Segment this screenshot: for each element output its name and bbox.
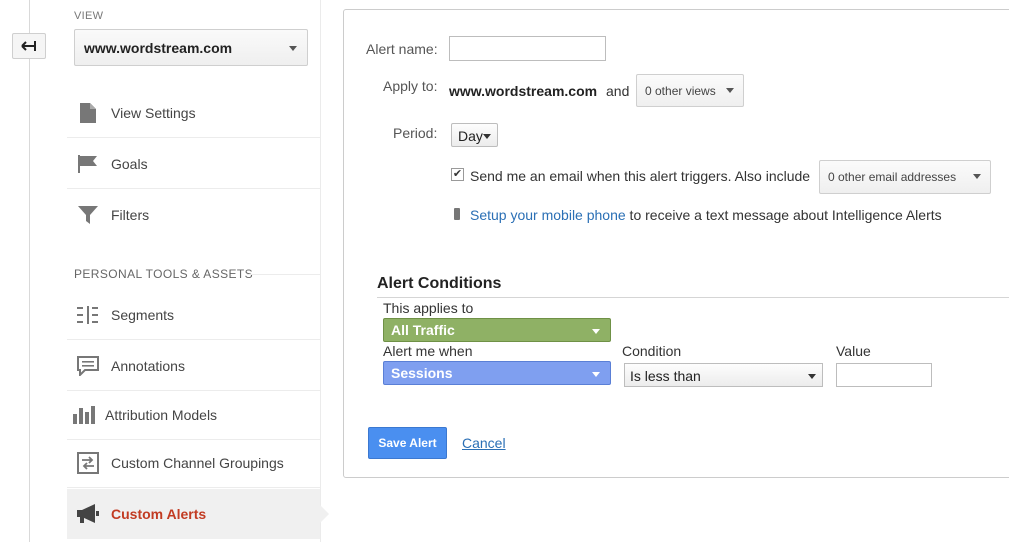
segments-icon (77, 304, 99, 326)
other-emails-value: 0 other email addresses (828, 170, 957, 184)
other-views-value: 0 other views (645, 84, 716, 98)
alert-when-label: Alert me when (383, 343, 473, 359)
condition-dropdown[interactable]: Is less than (624, 363, 823, 387)
chevron-down-icon (592, 372, 600, 377)
applies-to-dropdown[interactable]: All Traffic (383, 318, 611, 342)
sidebar-border (320, 0, 321, 542)
sidebar-item-annotations[interactable]: Annotations (67, 341, 320, 391)
period-label: Period: (393, 125, 438, 141)
sidebar-item-custom-channel-groupings[interactable]: Custom Channel Groupings (67, 438, 320, 488)
channel-groupings-icon (77, 451, 99, 474)
view-label: VIEW (74, 10, 104, 22)
period-value: Day (458, 128, 483, 144)
view-selector[interactable]: www.wordstream.com (74, 29, 308, 66)
custom-alert-panel: Alert name: Apply to: www.wordstream.com… (343, 9, 1009, 478)
sidebar-item-label: Custom Channel Groupings (111, 454, 284, 471)
chevron-down-icon (592, 329, 600, 334)
sidebar-item-label: View Settings (111, 104, 196, 121)
back-button[interactable] (12, 33, 46, 59)
funnel-icon (77, 204, 99, 226)
mobile-setup-suffix: to receive a text message about Intellig… (625, 207, 942, 223)
chevron-down-icon (483, 134, 491, 139)
comment-icon (77, 355, 99, 377)
sidebar-item-label: Filters (111, 207, 150, 223)
alert-when-value: Sessions (391, 365, 453, 381)
chevron-down-icon (726, 88, 734, 93)
mobile-setup-link[interactable]: Setup your mobile phone (470, 207, 626, 223)
document-icon (77, 102, 99, 124)
applies-to-label: This applies to (383, 300, 474, 316)
value-input[interactable] (836, 363, 932, 387)
alert-name-input[interactable] (449, 36, 606, 61)
mobile-phone-icon (454, 208, 460, 220)
chevron-down-icon (973, 174, 981, 179)
mobile-setup-text: Setup your mobile phone to receive a tex… (470, 207, 942, 223)
left-rail (29, 0, 30, 542)
condition-label: Condition (622, 343, 682, 359)
period-dropdown[interactable]: Day (451, 123, 498, 147)
view-selector-value: www.wordstream.com (84, 40, 233, 56)
section-label-personal-tools: PERSONAL TOOLS & ASSETS (74, 267, 254, 281)
and-text: and (606, 83, 630, 99)
save-alert-button[interactable]: Save Alert (368, 427, 447, 459)
sidebar-item-label: Goals (111, 155, 148, 172)
sidebar-item-label: Custom Alerts (111, 506, 207, 522)
sidebar-item-attribution-models[interactable]: Attribution Models (67, 390, 320, 440)
sidebar-item-label: Annotations (111, 357, 185, 374)
sidebar: VIEW www.wordstream.com View Settings Go… (67, 0, 320, 542)
sidebar-item-label: Segments (111, 306, 175, 323)
sidebar-item-segments[interactable]: Segments (67, 290, 320, 340)
sidebar-item-view-settings[interactable]: View Settings (67, 88, 320, 138)
alert-name-label: Alert name: (366, 41, 438, 57)
chevron-down-icon (289, 46, 297, 51)
condition-value: Is less than (630, 368, 701, 384)
flag-icon (77, 153, 99, 175)
sidebar-item-label: Attribution Models (105, 406, 218, 423)
email-checkbox[interactable]: ✔ (451, 168, 464, 181)
value-label: Value (836, 343, 871, 359)
alert-when-dropdown[interactable]: Sessions (383, 361, 611, 385)
apply-to-label: Apply to: (383, 78, 438, 94)
other-views-dropdown[interactable]: 0 other views (636, 74, 744, 107)
active-item-pointer (320, 505, 329, 523)
sidebar-item-filters[interactable]: Filters (67, 190, 320, 240)
sidebar-item-custom-alerts[interactable]: Custom Alerts (67, 489, 320, 539)
apply-to-view: www.wordstream.com (449, 83, 598, 99)
back-arrow-icon (21, 41, 36, 51)
bar-chart-icon (73, 404, 95, 426)
conditions-divider (377, 297, 1009, 298)
chevron-down-icon (808, 374, 816, 379)
alert-conditions-title: Alert Conditions (377, 275, 502, 292)
other-emails-dropdown[interactable]: 0 other email addresses (819, 160, 991, 194)
sidebar-item-goals[interactable]: Goals (67, 139, 320, 189)
megaphone-icon (77, 503, 99, 525)
applies-to-value: All Traffic (391, 322, 455, 338)
section-divider (247, 274, 320, 275)
email-text: Send me an email when this alert trigger… (470, 168, 811, 184)
cancel-link[interactable]: Cancel (462, 435, 506, 451)
